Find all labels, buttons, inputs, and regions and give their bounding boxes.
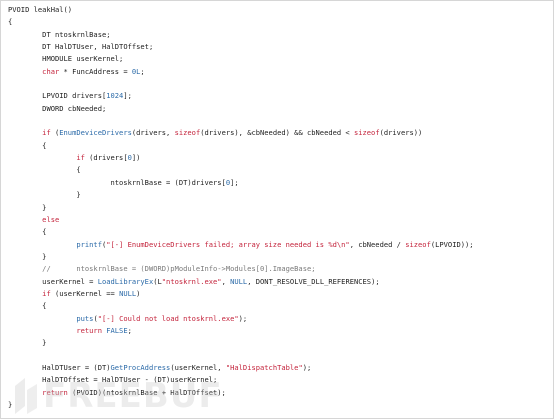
keyword: if xyxy=(42,128,51,138)
freebuf-watermark: FREEBUF xyxy=(13,374,222,418)
code-line-23: userKernel = LoadLibraryEx(L"ntoskrnl.ex… xyxy=(8,276,474,288)
brace-open: { xyxy=(8,17,13,27)
macro-constant: NULL xyxy=(230,276,248,286)
code-line-11: if (EnumDeviceDrivers(drivers, sizeof(dr… xyxy=(8,127,474,139)
code-line-21: } xyxy=(8,251,474,263)
code-text-segment: (userKernel, xyxy=(170,362,226,372)
brace-close: } xyxy=(76,190,81,200)
code-line-3: DT ntoskrnlBase; xyxy=(8,29,474,41)
code-line-8: LPVOID drivers[1024]; xyxy=(8,90,474,102)
function-name: puts xyxy=(76,313,94,323)
code-text-segment: ntoskrnlBase = (DT)drivers[ xyxy=(110,177,226,187)
string-literal: "ntoskrnl.exe" xyxy=(161,276,222,286)
number-literal: 1024 xyxy=(106,91,124,101)
code-line-9: DWORD cbNeeded; xyxy=(8,103,474,115)
code-line-14: { xyxy=(8,164,474,176)
brace-close: } xyxy=(8,400,13,409)
code-text-segment: , cbNeeded / xyxy=(349,239,406,249)
code-text-segment: , xyxy=(221,276,231,286)
code-text-segment: ; xyxy=(140,66,145,76)
code-line-17: } xyxy=(8,202,474,214)
brace-open: { xyxy=(42,301,47,311)
brace-close: } xyxy=(42,202,47,212)
code-text-segment: ; xyxy=(127,325,132,335)
watermark-text: FREEBUF xyxy=(43,376,223,416)
code-text-segment: ); xyxy=(238,313,248,323)
string-literal: "[-] EnumDeviceDrivers failed; array siz… xyxy=(106,239,350,249)
code-text-segment: (drivers[ xyxy=(84,153,128,163)
code-line-16: } xyxy=(8,189,474,201)
code-line-4: DT HalDTUser, HalDTOffset; xyxy=(8,41,474,53)
function-signature: PVOID leakHal() xyxy=(8,5,73,14)
code-text-segment: * FuncAddress = xyxy=(59,66,132,76)
brace-close: } xyxy=(42,338,47,348)
code-line-15: ntoskrnlBase = (DT)drivers[0]; xyxy=(8,177,474,189)
brace-open: { xyxy=(42,227,47,237)
brace-open: { xyxy=(76,165,81,175)
keyword: if xyxy=(42,288,51,298)
code-line-1: PVOID leakHal() xyxy=(8,4,474,16)
code-text-segment: (drivers)) xyxy=(379,128,423,138)
code-text-segment: DWORD cbNeeded; xyxy=(42,103,107,113)
code-text-segment: (drivers, xyxy=(131,128,175,138)
code-line-28: } xyxy=(8,337,474,349)
code-line-25: { xyxy=(8,300,474,312)
brace-open: { xyxy=(42,140,47,150)
keyword: sizeof xyxy=(174,128,201,138)
code-line-2: { xyxy=(8,16,474,28)
code-text-segment: , DONT_RESOLVE_DLL_REFERENCES); xyxy=(247,276,380,286)
code-line-5: HMODULE userKernel; xyxy=(8,53,474,65)
macro-constant: FALSE xyxy=(106,325,128,335)
code-text-segment: ( xyxy=(50,128,60,138)
function-name: GetProcAddress xyxy=(110,362,171,372)
code-text-segment: ]; xyxy=(123,91,132,101)
code-text-segment: ]; xyxy=(230,177,239,187)
code-line-19: { xyxy=(8,226,474,238)
code-text-segment: ) xyxy=(136,288,141,298)
code-line-26: puts("[-] Could not load ntoskrnl.exe"); xyxy=(8,313,474,325)
function-name: EnumDeviceDrivers xyxy=(59,128,132,138)
function-name: printf xyxy=(76,239,102,249)
code-line-27: return FALSE; xyxy=(8,325,474,337)
string-literal: "HalDispatchTable" xyxy=(225,362,303,372)
code-text-segment: ); xyxy=(302,362,312,372)
code-line-22: // ntoskrnlBase = (DWORD)pModuleInfo->Mo… xyxy=(8,263,474,275)
keyword: sizeof xyxy=(405,239,431,249)
code-line-12: { xyxy=(8,140,474,152)
code-text-segment: userKernel = xyxy=(42,276,98,286)
code-line-18: else xyxy=(8,214,474,226)
code-text: PVOID leakHal() { DT ntoskrnlBase; DT Hal… xyxy=(8,4,474,411)
keyword: else xyxy=(42,214,60,224)
code-text-segment: (L xyxy=(153,276,162,286)
code-line-6: char * FuncAddress = 0L; xyxy=(8,66,474,78)
code-line-13: if (drivers[0]) xyxy=(8,152,474,164)
comment: // ntoskrnlBase = (DWORD)pModuleInfo->Mo… xyxy=(42,264,316,274)
code-text-segment: LPVOID drivers[ xyxy=(42,91,107,101)
code-text-segment: (LPVOID)); xyxy=(430,239,474,249)
code-text-segment: (drivers), &cbNeeded) && cbNeeded < xyxy=(200,128,354,138)
code-text-segment: ]) xyxy=(131,153,141,163)
code-line-20: printf("[-] EnumDeviceDrivers failed; ar… xyxy=(8,239,474,251)
function-name: LoadLibraryEx xyxy=(97,276,154,286)
code-block: PVOID leakHal() { DT ntoskrnlBase; DT Hal… xyxy=(0,0,554,419)
keyword: if xyxy=(76,153,85,163)
code-text-segment: HMODULE userKernel; xyxy=(42,54,124,64)
watermark-logo-icon xyxy=(15,378,37,414)
code-text-segment: DT ntoskrnlBase; xyxy=(42,29,111,39)
code-text-segment: (userKernel == xyxy=(50,288,120,298)
string-literal: "[-] Could not load ntoskrnl.exe" xyxy=(97,313,239,323)
keyword: return xyxy=(76,325,102,335)
macro-constant: NULL xyxy=(119,288,137,298)
code-text-segment: DT HalDTUser, HalDTOffset; xyxy=(42,42,154,52)
code-text-segment: HalDTUser = (DT) xyxy=(42,362,111,372)
brace-close: } xyxy=(42,251,47,261)
keyword: sizeof xyxy=(353,128,380,138)
code-line-30: HalDTUser = (DT)GetProcAddress(userKerne… xyxy=(8,362,474,374)
code-line-24: if (userKernel == NULL) xyxy=(8,288,474,300)
keyword: char xyxy=(42,66,60,76)
